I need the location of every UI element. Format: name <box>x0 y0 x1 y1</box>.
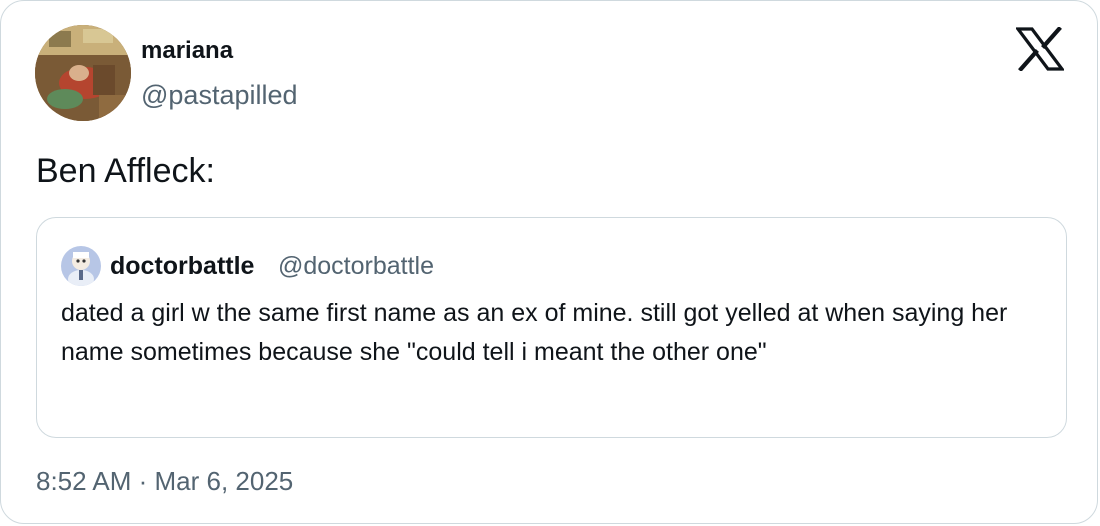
author-handle[interactable]: @pastapilled <box>141 79 298 111</box>
quoted-author-avatar[interactable] <box>61 246 101 286</box>
tweet-text: Ben Affleck: <box>36 152 215 190</box>
author-avatar[interactable] <box>35 25 131 121</box>
quoted-tweet[interactable]: doctorbattle @doctorbattle dated a girl … <box>36 217 1067 438</box>
quoted-tweet-text: dated a girl w the same first name as an… <box>61 299 1008 366</box>
author-display-name[interactable]: mariana <box>141 37 233 65</box>
quoted-avatar-image <box>61 246 101 286</box>
avatar-image <box>35 25 131 121</box>
tweet-card[interactable]: mariana @pastapilled Ben Affleck: doctor… <box>0 0 1098 524</box>
tweet-timestamp[interactable]: 8:52 AM · Mar 6, 2025 <box>36 463 293 499</box>
quoted-author-handle[interactable]: @doctorbattle <box>278 251 434 281</box>
x-logo-icon[interactable] <box>1014 26 1066 72</box>
quoted-author-display-name[interactable]: doctorbattle <box>110 251 254 281</box>
